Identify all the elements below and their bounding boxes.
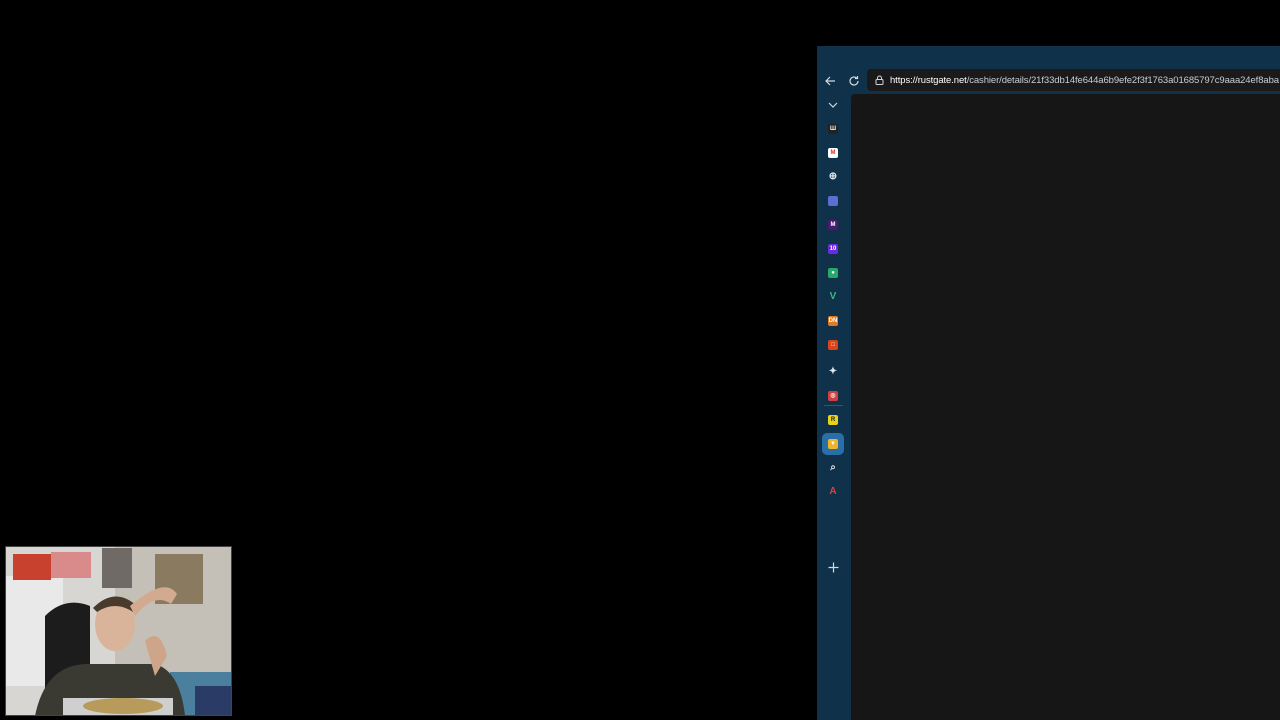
site-favicon: □ [828,340,838,350]
site-favicon: ● [828,268,838,278]
browser-toolbar: https://rustgate.net/cashier/details/21f… [817,46,1280,94]
gmail-favicon: M [828,148,838,158]
sidebar-tab-3[interactable]: ⊕ [824,168,842,186]
sidebar-tab-13[interactable]: R [824,411,842,429]
back-button[interactable] [817,70,843,92]
search-icon: ⌕ [830,462,836,473]
flag-favicon [828,196,838,206]
sidebar-tab-12[interactable]: ◎ [824,387,842,405]
address-bar[interactable]: https://rustgate.net/cashier/details/21f… [867,69,1280,91]
sidebar-tab-gmail[interactable]: M [824,144,842,162]
vue-favicon: V [829,291,837,302]
sidebar-tab-9[interactable]: DN [824,312,842,330]
lock-icon[interactable] [875,75,884,85]
site-favicon: A [829,486,837,497]
reload-button[interactable] [841,70,867,92]
collapse-tabs-button[interactable] [824,96,842,114]
site-favicon: M [828,220,838,230]
sidebar-tab-14-active[interactable]: ▼ [822,433,844,455]
site-favicon: ◎ [828,391,838,401]
sparkle-icon: ✦ [828,366,838,377]
vertical-tab-strip: Ш M ⊕ M 10 ● V DN □ ✦ ◎ R ▼ ⌕ A [817,94,850,720]
chevron-down-icon [828,102,838,108]
arrow-left-icon [825,76,835,86]
browser-window: https://rustgate.net/cashier/details/21f… [817,46,1280,720]
sidebar-tab-15[interactable]: ⌕ [824,459,842,477]
sidebar-tab-6[interactable]: 10 [824,240,842,258]
sidebar-tab-7[interactable]: ● [824,264,842,282]
new-tab-button[interactable] [824,558,842,576]
sidebar-tab-4[interactable] [824,192,842,210]
page-content[interactable] [851,94,1280,720]
site-favicon: Ш [828,124,838,134]
site-favicon: ▼ [828,439,838,449]
webcam-overlay [5,546,232,716]
sidebar-tab-1[interactable]: Ш [824,120,842,138]
url-host: https://rustgate.net [890,74,967,86]
site-favicon: 10 [828,244,838,254]
tab-divider [824,405,843,406]
reload-icon [849,76,859,86]
globe-icon: ⊕ [828,171,838,182]
sidebar-tab-5[interactable]: M [824,216,842,234]
sidebar-tab-10[interactable]: □ [824,336,842,354]
url-path: /cashier/details/21f33db14fe644a6b9efe2f… [966,74,1279,86]
webcam-feed [5,546,232,716]
site-favicon: R [828,415,838,425]
plus-icon [828,562,838,572]
url-text[interactable]: https://rustgate.net/cashier/details/21f… [890,75,1279,86]
sidebar-tab-16[interactable]: A [824,483,842,501]
site-favicon: DN [828,316,838,326]
sidebar-tab-8[interactable]: V [824,288,842,306]
sidebar-tab-11[interactable]: ✦ [824,363,842,381]
